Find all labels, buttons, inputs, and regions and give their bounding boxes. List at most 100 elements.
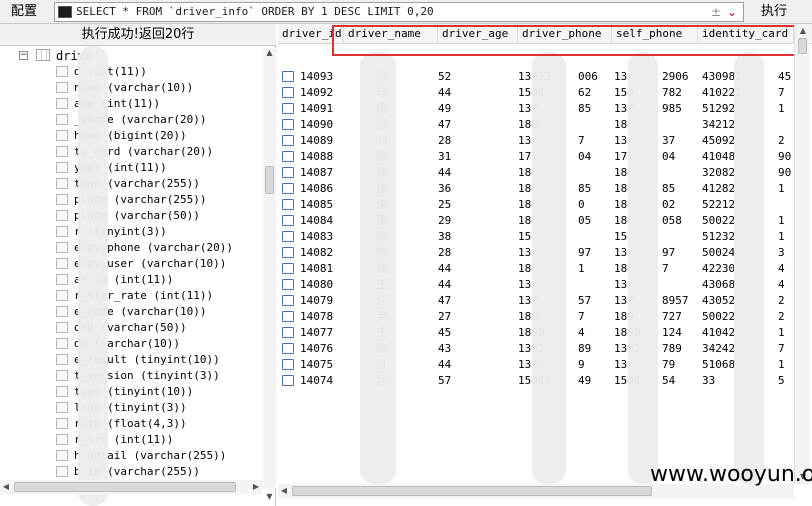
cell-identity-card-tail: 5 [778,374,785,387]
cell-identity-card-tail: 1 [778,182,785,195]
cell-identity-card-tail: 1 [778,214,785,227]
cell-identity-card-tail: 2 [778,134,785,147]
cell-identity-card-tail: 1 [778,326,785,339]
scrollbar-thumb[interactable] [265,166,274,194]
row-record-icon [282,119,294,130]
tree-field-item[interactable]: hone (bigint(20)) [0,128,262,144]
cell-self-phone: 18 [614,182,628,195]
scroll-up-icon[interactable]: ▲ [263,48,276,60]
cell-driver-id: 14084 [300,214,334,227]
tree-field-item[interactable]: e_result (tinyint(10)) [0,352,262,368]
tree-field-item[interactable]: r (tinyint(3)) [0,224,262,240]
cell-driver-phone: 18 [518,166,532,179]
row-record-icon [282,135,294,146]
sql-input[interactable]: SELECT * FROM `driver_info` ORDER BY 1 D… [54,2,744,22]
cell-driver-phone-tail: 97 [578,246,592,259]
cell-identity-card-tail: 2 [778,310,785,323]
tree-field-item[interactable]: h detail (varchar(255)) [0,448,262,464]
cell-driver-id: 14080 [300,278,334,291]
chevron-down-icon[interactable]: ⌄ [727,4,737,20]
cell-identity-card: 51232 [702,230,736,243]
cell-identity-card: 51292 [702,102,736,115]
tree-field-item[interactable]: b id (varchar(255)) [0,464,262,480]
cell-self-phone: 18 [614,214,628,227]
tree-field-item[interactable]: ty_card (varchar(20)) [0,144,262,160]
tree-field-item[interactable]: e_code (varchar(10)) [0,304,262,320]
scrollbar-thumb[interactable] [14,482,236,492]
tree-field-item[interactable]: name (varchar(10)) [0,80,262,96]
tree-field-item[interactable]: year (int(11)) [0,160,262,176]
cell-driver-phone-tail: 85 [578,102,592,115]
scroll-left-icon[interactable]: ◀ [0,480,12,494]
cell-driver-id: 14092 [300,86,334,99]
tree-field-item[interactable]: r_star_rate (int(11)) [0,288,262,304]
tree-field-item[interactable]: de (varchar(10)) [0,336,262,352]
column-header-driver-age[interactable]: driver_age [438,24,518,44]
execute-button[interactable]: 执行 [748,1,800,23]
cell-identity-card: 43052 [702,294,736,307]
tree-field-item[interactable]: d (int(11)) [0,64,262,80]
row-record-icon [282,359,294,370]
tree-field-item[interactable]: lide (tinyint(3)) [0,400,262,416]
cell-self-phone-tail: 058 [662,214,682,227]
cell-driver-phone: 15 [518,230,532,243]
scroll-arrows-icon[interactable]: ± [711,4,721,20]
scroll-right-icon[interactable]: ▶ [250,480,262,494]
scroll-down-icon[interactable]: ▼ [263,492,276,504]
tree-field-item[interactable]: ord (varchar(50)) [0,320,262,336]
column-header-self-phone[interactable]: self_phone [612,24,698,44]
cell-driver-age: 44 [438,166,452,179]
cell-self-phone-tail: 79 [662,358,676,371]
field-icon [56,274,68,285]
cell-driver-phone-tail: 4 [578,326,585,339]
tree-field-item[interactable]: _phone (varchar(20)) [0,112,262,128]
tree-field-item[interactable]: t_version (tinyint(3)) [0,368,262,384]
cell-driver-phone-tail: 006 [578,70,598,83]
tree-field-item[interactable]: place (varchar(255)) [0,192,262,208]
grid-vertical-scrollbar[interactable]: ▲ ▼ [794,24,810,484]
tree-field-item[interactable]: age (int(11)) [0,96,262,112]
scrollbar-thumb[interactable] [798,38,807,54]
cell-driver-phone-tail: 9 [578,358,585,371]
tree-field-item[interactable]: type (tinyint(10)) [0,384,262,400]
tree-field-item[interactable]: ency_phone (varchar(20)) [0,240,262,256]
tree-vertical-scrollbar[interactable]: ▲ ▼ [263,48,276,501]
cell-driver-phone: 18 [518,198,532,211]
field-icon [56,210,68,221]
grid-header: driver_id driver_name driver_age driver_pho… [278,24,812,44]
row-record-icon [282,263,294,274]
scrollbar-thumb[interactable] [292,486,652,496]
row-record-icon [282,295,294,306]
cell-identity-card: 50024 [702,246,736,259]
row-record-icon [282,375,294,386]
cell-identity-card: 50022 [702,214,736,227]
cell-driver-phone: 13 [518,134,532,147]
column-header-identity-card[interactable]: identity_card [698,24,794,44]
config-button[interactable]: 配置 [0,0,48,24]
tree-root-node[interactable]: − drive [0,48,260,64]
cell-identity-card-tail: 90 [778,150,792,163]
column-header-driver-name[interactable]: driver_name [344,24,438,44]
cell-self-phone-tail: 124 [662,326,682,339]
column-header-driver-id[interactable]: driver_id [278,24,344,44]
tree-field-item[interactable]: ar_id (int(11)) [0,272,262,288]
field-list: d (int(11)) name (varchar(10)) age (int(11… [0,64,262,480]
cell-driver-id: 14086 [300,182,334,195]
tree-field-item[interactable]: place (varchar(50)) [0,208,262,224]
redaction-blur [628,52,658,484]
tree-field-item[interactable]: ency_user (varchar(10)) [0,256,262,272]
field-icon [56,66,68,77]
cell-self-phone-tail: 37 [662,134,676,147]
cell-driver-id: 14078 [300,310,334,323]
tree-field-item[interactable]: r_src (int(11)) [0,432,262,448]
scroll-up-icon[interactable]: ▲ [795,24,811,38]
tree-field-item[interactable]: town (varchar(255)) [0,176,262,192]
column-header-driver-phone[interactable]: driver_phone [518,24,612,44]
cell-self-phone-tail: 04 [662,150,676,163]
tree-field-item[interactable]: rate (float(4,3)) [0,416,262,432]
scroll-left-icon[interactable]: ◀ [278,484,290,498]
tree-horizontal-scrollbar[interactable]: ◀ ▶ [0,480,262,494]
cell-identity-card-tail: 1 [778,230,785,243]
collapse-toggle-icon[interactable]: − [19,51,28,60]
cell-self-phone-tail: 97 [662,246,676,259]
